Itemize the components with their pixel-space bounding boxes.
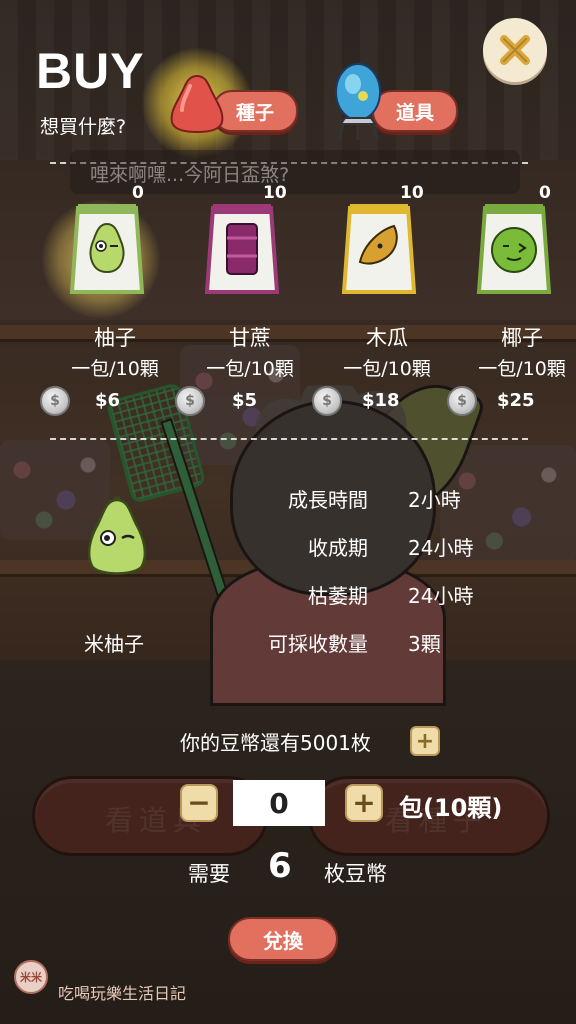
- harvest-period-label: 收成期: [308, 536, 368, 560]
- growth-time-label: 成長時間: [288, 488, 368, 512]
- divider: [50, 438, 528, 440]
- tab-seeds-label: 種子: [235, 101, 274, 124]
- sugarcane-seed-bag-icon: [204, 204, 280, 294]
- quantity-input[interactable]: [233, 780, 325, 826]
- harvest-period-value: 24小時: [408, 536, 474, 560]
- increase-quantity-button[interactable]: +: [345, 784, 383, 822]
- coconut-seed-bag-icon: [476, 204, 552, 294]
- seed-card-sugarcane[interactable]: 10 甘蔗 一包/10顆 $ $5: [175, 180, 315, 420]
- selected-seed-name: 米柚子: [84, 632, 144, 656]
- seed-card-coconut[interactable]: 0 椰子 一包/10顆 $ $25: [447, 180, 576, 420]
- seed-card-pomelo[interactable]: 0 柚子 一包/10顆 $ $6: [40, 180, 180, 420]
- coin-icon: $: [312, 386, 342, 416]
- wither-period-value: 24小時: [408, 584, 474, 608]
- seed-price: $6: [95, 390, 121, 411]
- seed-pack: 一包/10顆: [343, 358, 431, 380]
- seed-pack: 一包/10顆: [71, 358, 159, 380]
- pomelo-character-icon: [87, 496, 147, 575]
- seed-price: $18: [362, 390, 400, 411]
- seed-pack: 一包/10顆: [478, 358, 566, 380]
- seed-price: $25: [497, 390, 535, 411]
- yield-value: 3顆: [408, 632, 441, 656]
- seed-name: 椰子: [501, 326, 543, 350]
- add-beans-button[interactable]: +: [410, 726, 440, 756]
- watermark-text: 吃喝玩樂生活日記: [58, 984, 187, 1003]
- seed-pack: 一包/10顆: [206, 358, 294, 380]
- page-title: BUY: [36, 43, 145, 99]
- coin-icon: $: [175, 386, 205, 416]
- coin-icon: $: [447, 386, 477, 416]
- coin-icon: $: [40, 386, 70, 416]
- rose-apple-seed-icon[interactable]: [168, 72, 226, 134]
- tab-items[interactable]: 道具: [372, 90, 458, 132]
- quantity-unit: 包(10顆): [399, 794, 503, 822]
- decrease-quantity-button[interactable]: −: [180, 784, 218, 822]
- close-button[interactable]: [483, 18, 547, 82]
- page-subtitle: 想買什麼?: [40, 116, 127, 138]
- tab-items-label: 道具: [395, 101, 434, 124]
- bean-balance: 你的豆幣還有5001枚: [180, 731, 371, 755]
- exchange-label: 兌換: [263, 928, 303, 953]
- cost-amount: 6: [268, 846, 292, 886]
- pomelo-seed-bag-icon: [69, 204, 145, 294]
- seed-card-papaya[interactable]: 10 木瓜 一包/10顆 $ $18: [312, 180, 452, 420]
- cost-suffix: 枚豆幣: [324, 862, 387, 886]
- crystal-ball-icon[interactable]: [333, 62, 383, 144]
- wither-period-label: 枯萎期: [308, 584, 368, 608]
- seed-name: 甘蔗: [229, 326, 271, 350]
- cost-prefix: 需要: [188, 862, 230, 886]
- yield-label: 可採收數量: [268, 632, 368, 656]
- growth-time-value: 2小時: [408, 488, 461, 512]
- close-icon: [500, 35, 530, 65]
- watermark-logo-text: 米米: [20, 971, 42, 984]
- seed-name: 柚子: [94, 326, 136, 350]
- seed-price: $5: [232, 390, 258, 411]
- exchange-button[interactable]: 兌換: [228, 917, 338, 961]
- papaya-seed-bag-icon: [341, 204, 417, 294]
- seed-name: 木瓜: [366, 326, 408, 350]
- watermark-logo: 米米: [14, 960, 48, 994]
